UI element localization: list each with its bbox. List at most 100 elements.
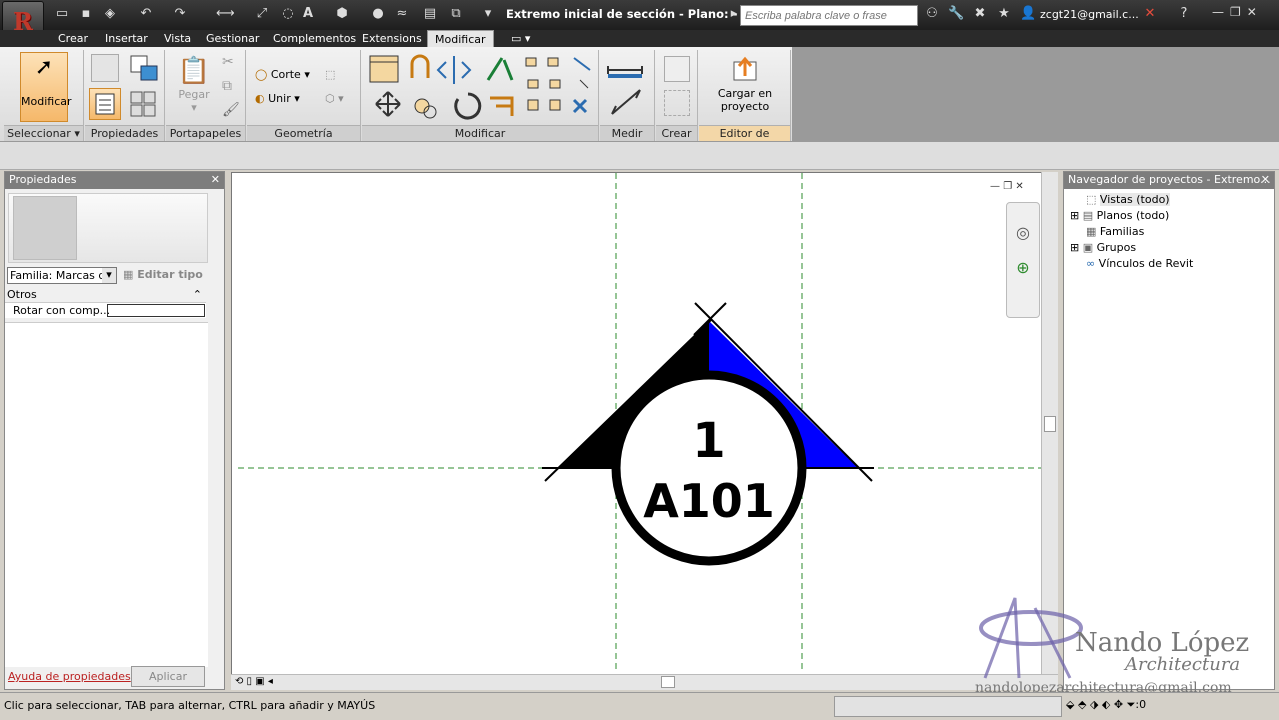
close-icon[interactable]: ✕ — [211, 172, 220, 188]
link-select-icon[interactable]: ⬙ — [1066, 698, 1074, 711]
restore-icon[interactable]: ❐ — [1230, 5, 1241, 25]
tab-gestionar[interactable]: Gestionar — [199, 30, 266, 48]
status-message: Clic para seleccionar, TAB para alternar… — [4, 699, 376, 712]
measure-tools-icon[interactable] — [604, 54, 652, 122]
panel-label-propiedades: Propiedades — [85, 125, 164, 141]
edit-type-button[interactable]: ▦ Editar tipo — [123, 268, 203, 281]
search-input[interactable] — [740, 5, 918, 26]
user-icon: 👤 — [1020, 6, 1037, 21]
copy-icon[interactable]: ⧉ — [222, 78, 232, 94]
load-into-project-button[interactable]: Cargar en proyecto — [703, 54, 787, 120]
underlay-select-icon[interactable]: ⬘ — [1078, 698, 1086, 711]
properties-row: Rotar con comp... — [5, 302, 206, 318]
subscription-icon[interactable]: 🔧 — [948, 6, 964, 22]
wall-joins-icon[interactable]: ⬚ — [325, 68, 335, 81]
properties-toggle-icon[interactable] — [89, 88, 121, 120]
vertical-scroll-thumb[interactable] — [1044, 416, 1056, 432]
match-properties-icon[interactable]: 🖌 — [222, 102, 240, 118]
tag-icon[interactable]: ◌ — [280, 6, 296, 22]
steering-wheel-icon[interactable]: ◎ — [1007, 223, 1039, 242]
properties-group-header[interactable]: Otros ⌃ — [5, 288, 206, 302]
tab-vista[interactable]: Vista — [157, 30, 198, 48]
dimension-icon[interactable]: ⤢ — [254, 6, 270, 22]
project-browser-header: Navegador de proyectos - Extremo... ✕ — [1064, 172, 1274, 189]
type-properties-icon[interactable] — [129, 90, 159, 118]
3d-view-icon[interactable]: ⬢ — [334, 6, 350, 22]
selection-filters[interactable]: ⬙ ⬘ ⬗ ⬖ ✥ ⏷:0 — [1066, 698, 1146, 712]
param-checkbox[interactable] — [107, 304, 205, 317]
redo-icon[interactable]: ↷ — [172, 6, 188, 22]
family-preview-icon — [13, 196, 77, 260]
horizontal-scrollbar[interactable]: ⟲ ▯ ▣ ◂ — [231, 674, 1058, 690]
switch-windows-icon[interactable]: ⧉ — [448, 6, 464, 22]
tree-item-vinculos[interactable]: ∞ Vínculos de Revit — [1086, 257, 1193, 270]
close-hidden-icon[interactable]: ▤ — [422, 6, 438, 22]
face-select-icon[interactable]: ⬖ — [1102, 698, 1110, 711]
panel-crear: Crear — [656, 50, 698, 141]
thin-lines-icon[interactable]: ≈ — [394, 6, 410, 22]
drawing-canvas[interactable]: 1 A101 — ❐ ✕ ◎ ⊕ — [231, 172, 1058, 690]
drag-select-icon[interactable]: ✥ — [1114, 698, 1123, 711]
sheet-number-label[interactable]: 1 — [692, 413, 725, 469]
design-options-field[interactable] — [834, 696, 1062, 717]
measure-icon[interactable]: ⟷ — [216, 6, 235, 22]
detail-number-label[interactable]: A101 — [643, 474, 775, 528]
modify-tool-label: Modificar — [21, 95, 72, 108]
tab-overflow-icon[interactable]: ▭ ▾ — [504, 30, 537, 48]
zoom-icon[interactable]: ⊕ — [1007, 258, 1039, 277]
help-icon[interactable]: ? — [1176, 6, 1192, 22]
split-face-icon[interactable]: ⬡ ▾ — [325, 92, 344, 105]
tab-crear[interactable]: Crear — [51, 30, 95, 48]
exchange-apps-icon[interactable]: ✕ — [1142, 6, 1158, 22]
horizontal-scroll-thumb[interactable] — [661, 676, 675, 688]
sync-icon[interactable]: ◈ — [102, 6, 118, 22]
tree-item-familias[interactable]: ▦ Familias — [1086, 225, 1144, 238]
expand-icon[interactable]: ⊞ — [1070, 209, 1079, 222]
cut-icon[interactable]: ✂ — [222, 54, 234, 70]
apply-button[interactable]: Aplicar — [131, 666, 205, 687]
modify-tools-icons[interactable] — [366, 52, 598, 124]
text-icon[interactable]: A — [300, 6, 316, 22]
pinned-select-icon[interactable]: ⬗ — [1090, 698, 1098, 711]
create-similar-icon[interactable] — [664, 90, 690, 116]
favorites-icon[interactable]: ★ — [996, 6, 1012, 22]
customize-dropdown-icon[interactable]: ▾ — [480, 6, 496, 22]
close-icon[interactable]: ✕ — [1247, 5, 1257, 25]
expand-icon[interactable]: ⊞ — [1070, 241, 1079, 254]
status-bar: Clic para seleccionar, TAB para alternar… — [0, 692, 1279, 720]
communication-icon[interactable]: ✖ — [972, 6, 988, 22]
tab-extensions[interactable]: Extensions — [355, 30, 429, 48]
tab-insertar[interactable]: Insertar — [98, 30, 155, 48]
family-category-icon[interactable] — [129, 54, 159, 82]
binoculars-icon[interactable]: ⚇ — [924, 6, 940, 22]
properties-help-link[interactable]: Ayuda de propiedades — [8, 670, 131, 683]
tree-item-vistas[interactable]: ⬚ Vistas (todo) — [1086, 193, 1170, 206]
close-icon[interactable]: ✕ — [1261, 172, 1270, 188]
mouse-cursor-icon — [872, 573, 942, 603]
tree-item-planos[interactable]: ⊞ ▤ Planos (todo) — [1070, 209, 1169, 222]
corte-button[interactable]: ◯ Corte ▾ — [255, 68, 310, 81]
panel-label-seleccionar[interactable]: Seleccionar ▾ — [4, 125, 83, 141]
close-icon[interactable]: ✕ — [1015, 181, 1023, 192]
tab-modificar[interactable]: Modificar — [427, 30, 494, 48]
tree-item-grupos[interactable]: ⊞ ▣ Grupos — [1070, 241, 1136, 254]
create-group-icon[interactable] — [664, 56, 690, 82]
modify-tool-button[interactable]: ➚ Modificar — [20, 52, 72, 122]
open-icon[interactable]: ▭ — [54, 6, 70, 22]
panel-label-geometria: Geometría — [247, 125, 360, 141]
restore-icon[interactable]: ❐ — [1003, 181, 1012, 192]
family-types-icon[interactable] — [91, 54, 119, 82]
panel-medir: Medir — [600, 50, 655, 141]
paste-button[interactable]: 📋 Pegar ▾ — [174, 54, 214, 118]
minimize-icon[interactable]: — — [1212, 5, 1224, 25]
views-icon: ⬚ — [1086, 193, 1097, 206]
user-account[interactable]: zcgt21@gmail.c... — [1040, 8, 1139, 21]
undo-icon[interactable]: ↶ — [138, 6, 154, 22]
save-icon[interactable]: ▪ — [78, 6, 94, 22]
tab-complementos[interactable]: Complementos — [266, 30, 363, 48]
type-selector[interactable]: Familia: Marcas d ▾ — [7, 267, 117, 284]
unir-button[interactable]: ◐ Unir ▾ — [255, 92, 300, 105]
minimize-icon[interactable]: — — [990, 181, 1000, 192]
view-control-icons[interactable]: ⟲ ▯ ▣ ◂ — [235, 676, 273, 687]
section-icon[interactable]: ● — [370, 6, 386, 22]
